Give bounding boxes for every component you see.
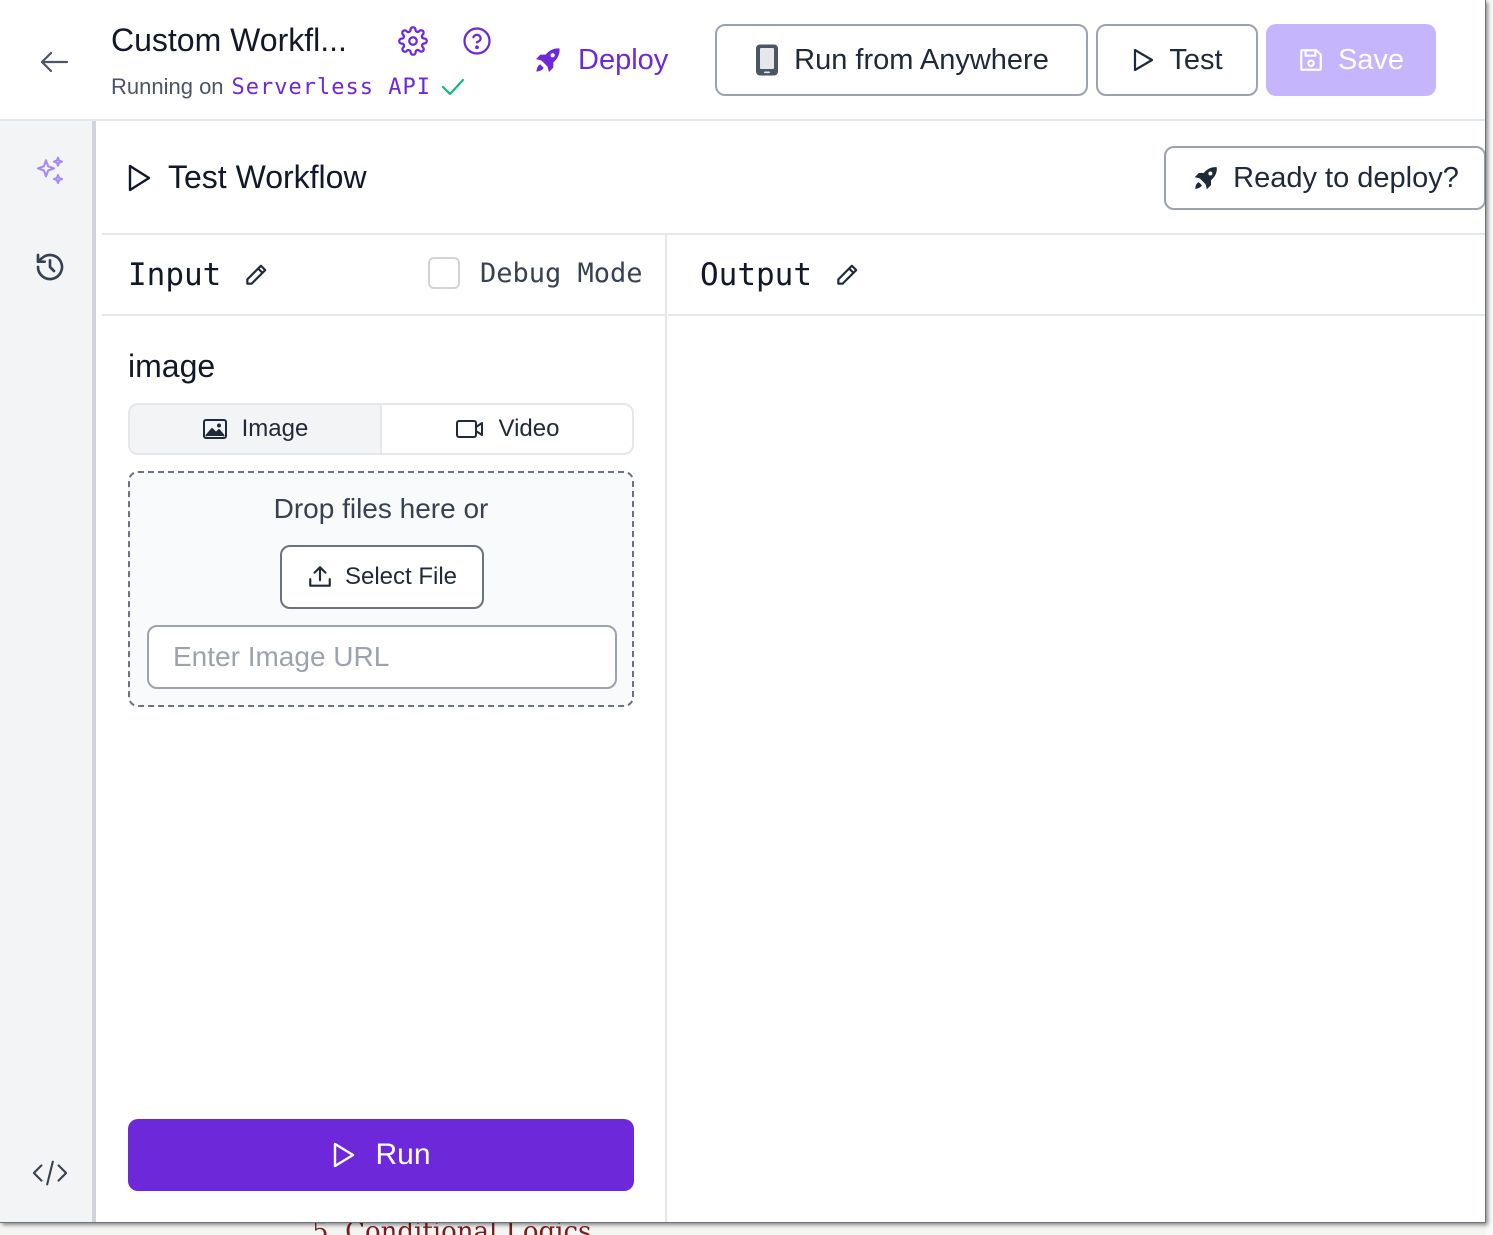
field-label-image: image [128,348,216,384]
run-from-anywhere-label: Run from Anywhere [794,43,1049,76]
output-content [668,316,1485,1222]
pencil-icon [246,264,267,285]
select-file-button[interactable]: Select File [280,545,484,609]
tab-image[interactable]: Image [130,405,382,453]
code-view-button[interactable] [32,1155,68,1191]
background-heading: 5. Conditional Logics [312,1223,591,1235]
sparkles-icon [36,156,64,185]
output-title: Output [700,257,860,293]
tab-image-label: Image [241,415,309,442]
running-status: Running on Serverless API [111,74,465,100]
history-icon [36,253,64,281]
rocket-icon [536,48,560,72]
debug-mode-checkbox[interactable] [428,257,460,289]
gear-icon [398,26,428,56]
background-document-strip: 5. Conditional Logics [0,1223,1493,1235]
select-file-label: Select File [344,563,458,590]
background-right-strip [1486,0,1493,1235]
save-label: Save [1337,43,1405,76]
ai-assistant-button[interactable] [32,153,68,189]
file-dropzone[interactable]: Drop files here or Select File [128,471,634,707]
input-header: Input Debug Mode [102,235,665,316]
workflow-title[interactable]: Custom Workfl... [111,22,347,59]
input-title: Input [128,257,269,293]
output-title-label: Output [700,257,812,293]
test-workflow-title: Test Workflow [126,159,367,196]
tab-video-label: Video [498,415,560,442]
upload-icon [309,566,331,587]
edit-input-button[interactable] [243,262,269,288]
play-icon [128,164,151,191]
tab-video[interactable]: Video [382,405,632,453]
image-icon [202,419,227,439]
test-workflow-header: Test Workflow Ready to deploy? [102,121,1485,235]
test-label: Test [1169,43,1223,76]
help-circle-icon [463,27,491,55]
floppy-disk-icon [1300,49,1322,71]
deploy-label: Deploy [578,43,669,76]
mobile-phone-icon [756,44,779,76]
ready-to-deploy-label: Ready to deploy? [1233,161,1459,194]
top-header: Custom Workfl... Running on Serverless A… [0,0,1485,121]
settings-button[interactable] [398,26,428,56]
code-icon [32,1160,68,1186]
help-button[interactable] [462,26,492,56]
ready-to-deploy-button[interactable]: Ready to deploy? [1164,146,1485,210]
play-icon [1134,48,1154,72]
test-workflow-label: Test Workflow [168,159,367,195]
output-header: Output [668,235,1485,316]
input-title-label: Input [128,257,222,293]
drop-files-text: Drop files here or [273,493,489,524]
run-from-anywhere-button[interactable]: Run from Anywhere [715,24,1088,96]
image-url-input[interactable] [147,625,617,689]
rocket-icon [1194,167,1217,190]
debug-mode-label: Debug Mode [480,257,643,289]
input-column: Input Debug Mode image Image Video Drop … [102,235,667,1222]
back-button[interactable] [34,44,74,80]
output-column: Output [668,235,1485,1222]
edit-output-button[interactable] [834,262,860,288]
running-prefix: Running on [111,74,224,99]
run-label: Run [375,1138,431,1171]
deploy-button[interactable]: Deploy [532,40,668,80]
play-icon [334,1142,355,1168]
media-type-tabs: Image Video [128,403,634,455]
history-button[interactable] [32,249,68,285]
arrow-left-icon [40,51,69,73]
workflow-window: Custom Workfl... Running on Serverless A… [0,0,1486,1223]
video-icon [455,420,483,438]
debug-mode-toggle[interactable]: Debug Mode [428,257,643,289]
running-target[interactable]: Serverless API [232,75,431,100]
test-button[interactable]: Test [1096,24,1258,96]
left-sidebar [0,121,96,1222]
run-button[interactable]: Run [128,1119,634,1191]
check-icon [441,78,465,96]
pencil-icon [837,264,858,285]
save-button[interactable]: Save [1266,24,1436,96]
